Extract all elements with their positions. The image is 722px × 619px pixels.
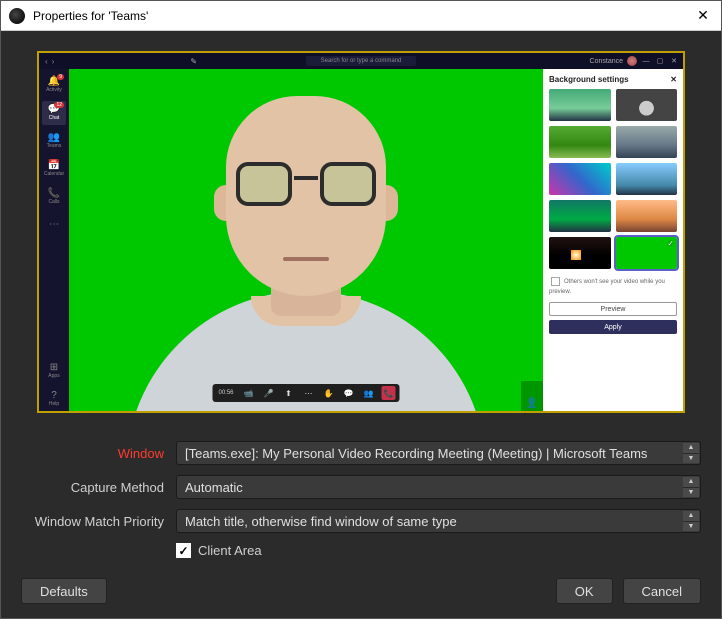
call-toolbar: 00:56 📹 🎤 ⬆ ⋯ ✋ 💬 👥 📞 xyxy=(212,384,399,402)
sidebar-item-activity[interactable]: 🔔9Activity xyxy=(42,73,66,97)
new-chat-icon[interactable]: ✎ xyxy=(190,57,197,66)
video-feed: 00:56 📹 🎤 ⬆ ⋯ ✋ 💬 👥 📞 xyxy=(69,69,543,411)
bg-note: Others won't see your video while you pr… xyxy=(543,269,683,302)
window-select[interactable]: [Teams.exe]: My Personal Video Recording… xyxy=(176,441,701,465)
sidebar-item-teams[interactable]: 👥Teams xyxy=(42,129,66,153)
bg-note-checkbox[interactable] xyxy=(551,277,560,286)
bg-panel-close-icon[interactable]: ✕ xyxy=(670,75,677,84)
bg-thumb-7[interactable] xyxy=(549,200,611,232)
bg-thumb-green-selected[interactable] xyxy=(616,237,678,269)
dialog-body: ‹ › ✎ Search for or type a command Const… xyxy=(1,31,721,618)
bg-thumb-4[interactable] xyxy=(616,126,678,158)
bg-thumb-2[interactable] xyxy=(616,89,678,121)
window-label: Window xyxy=(21,446,176,461)
bg-panel-title: Background settings xyxy=(549,75,629,84)
person-silhouette xyxy=(146,81,466,411)
sidebar-item-more[interactable]: ⋯ xyxy=(42,213,66,237)
show-people-icon[interactable]: 👥 xyxy=(362,386,376,400)
properties-form: Window [Teams.exe]: My Personal Video Re… xyxy=(21,441,701,558)
bg-preview-button[interactable]: Preview xyxy=(549,302,677,316)
sidebar-item-calls[interactable]: 📞Calls xyxy=(42,185,66,209)
teams-sidebar: 🔔9Activity 💬12Chat 👥Teams 📅Calendar 📞Cal… xyxy=(39,69,69,411)
teams-titlebar: ‹ › ✎ Search for or type a command Const… xyxy=(39,53,683,69)
dialog-footer: Defaults OK Cancel xyxy=(21,578,701,604)
nav-back-icon[interactable]: ‹ xyxy=(45,57,48,66)
bg-apply-button[interactable]: Apply xyxy=(549,320,677,334)
share-icon[interactable]: ⬆ xyxy=(282,386,296,400)
sidebar-item-help[interactable]: ?Help xyxy=(42,387,66,411)
mic-toggle-icon[interactable]: 🎤 xyxy=(262,386,276,400)
defaults-button[interactable]: Defaults xyxy=(21,578,107,604)
bg-thumb-8[interactable] xyxy=(616,200,678,232)
obs-logo-icon xyxy=(9,8,25,24)
teams-search[interactable]: Search for or type a command xyxy=(306,56,416,66)
spinner-icon[interactable]: ▲▼ xyxy=(683,443,699,463)
more-actions-icon[interactable]: ⋯ xyxy=(302,386,316,400)
raise-hand-icon[interactable]: ✋ xyxy=(322,386,336,400)
self-preview-thumb[interactable] xyxy=(521,381,543,411)
bg-thumb-1[interactable] xyxy=(549,89,611,121)
spinner-icon[interactable]: ▲▼ xyxy=(683,511,699,531)
dialog-title: Properties for 'Teams' xyxy=(33,9,693,23)
capture-method-label: Capture Method xyxy=(21,480,176,495)
close-icon[interactable]: ✕ xyxy=(693,7,713,24)
match-priority-label: Window Match Priority xyxy=(21,514,176,529)
client-area-label: Client Area xyxy=(198,543,262,558)
avatar[interactable] xyxy=(627,56,637,66)
ok-button[interactable]: OK xyxy=(556,578,613,604)
sidebar-item-calendar[interactable]: 📅Calendar xyxy=(42,157,66,181)
bg-thumb-6[interactable] xyxy=(616,163,678,195)
client-area-checkbox[interactable]: ✓ xyxy=(176,543,191,558)
video-toggle-icon[interactable]: 📹 xyxy=(242,386,256,400)
sidebar-item-apps[interactable]: ⊞Apps xyxy=(42,359,66,383)
hangup-icon[interactable]: 📞 xyxy=(382,386,396,400)
close-teams-icon[interactable]: ✕ xyxy=(669,57,679,65)
max-icon[interactable]: ▢ xyxy=(655,57,665,65)
teams-username: Constance xyxy=(590,58,623,65)
min-icon[interactable]: — xyxy=(641,58,651,65)
bg-thumb-9[interactable] xyxy=(549,237,611,269)
show-chat-icon[interactable]: 💬 xyxy=(342,386,356,400)
sidebar-item-chat[interactable]: 💬12Chat xyxy=(42,101,66,125)
capture-method-select[interactable]: Automatic ▲▼ xyxy=(176,475,701,499)
source-preview: ‹ › ✎ Search for or type a command Const… xyxy=(37,51,685,413)
cancel-button[interactable]: Cancel xyxy=(623,578,701,604)
call-duration: 00:56 xyxy=(216,390,235,396)
background-settings-panel: Background settings ✕ Others won't see y… xyxy=(543,69,683,411)
bg-thumb-5[interactable] xyxy=(549,163,611,195)
match-priority-select[interactable]: Match title, otherwise find window of sa… xyxy=(176,509,701,533)
titlebar: Properties for 'Teams' ✕ xyxy=(1,1,721,31)
bg-thumb-3[interactable] xyxy=(549,126,611,158)
spinner-icon[interactable]: ▲▼ xyxy=(683,477,699,497)
nav-fwd-icon[interactable]: › xyxy=(52,57,55,66)
